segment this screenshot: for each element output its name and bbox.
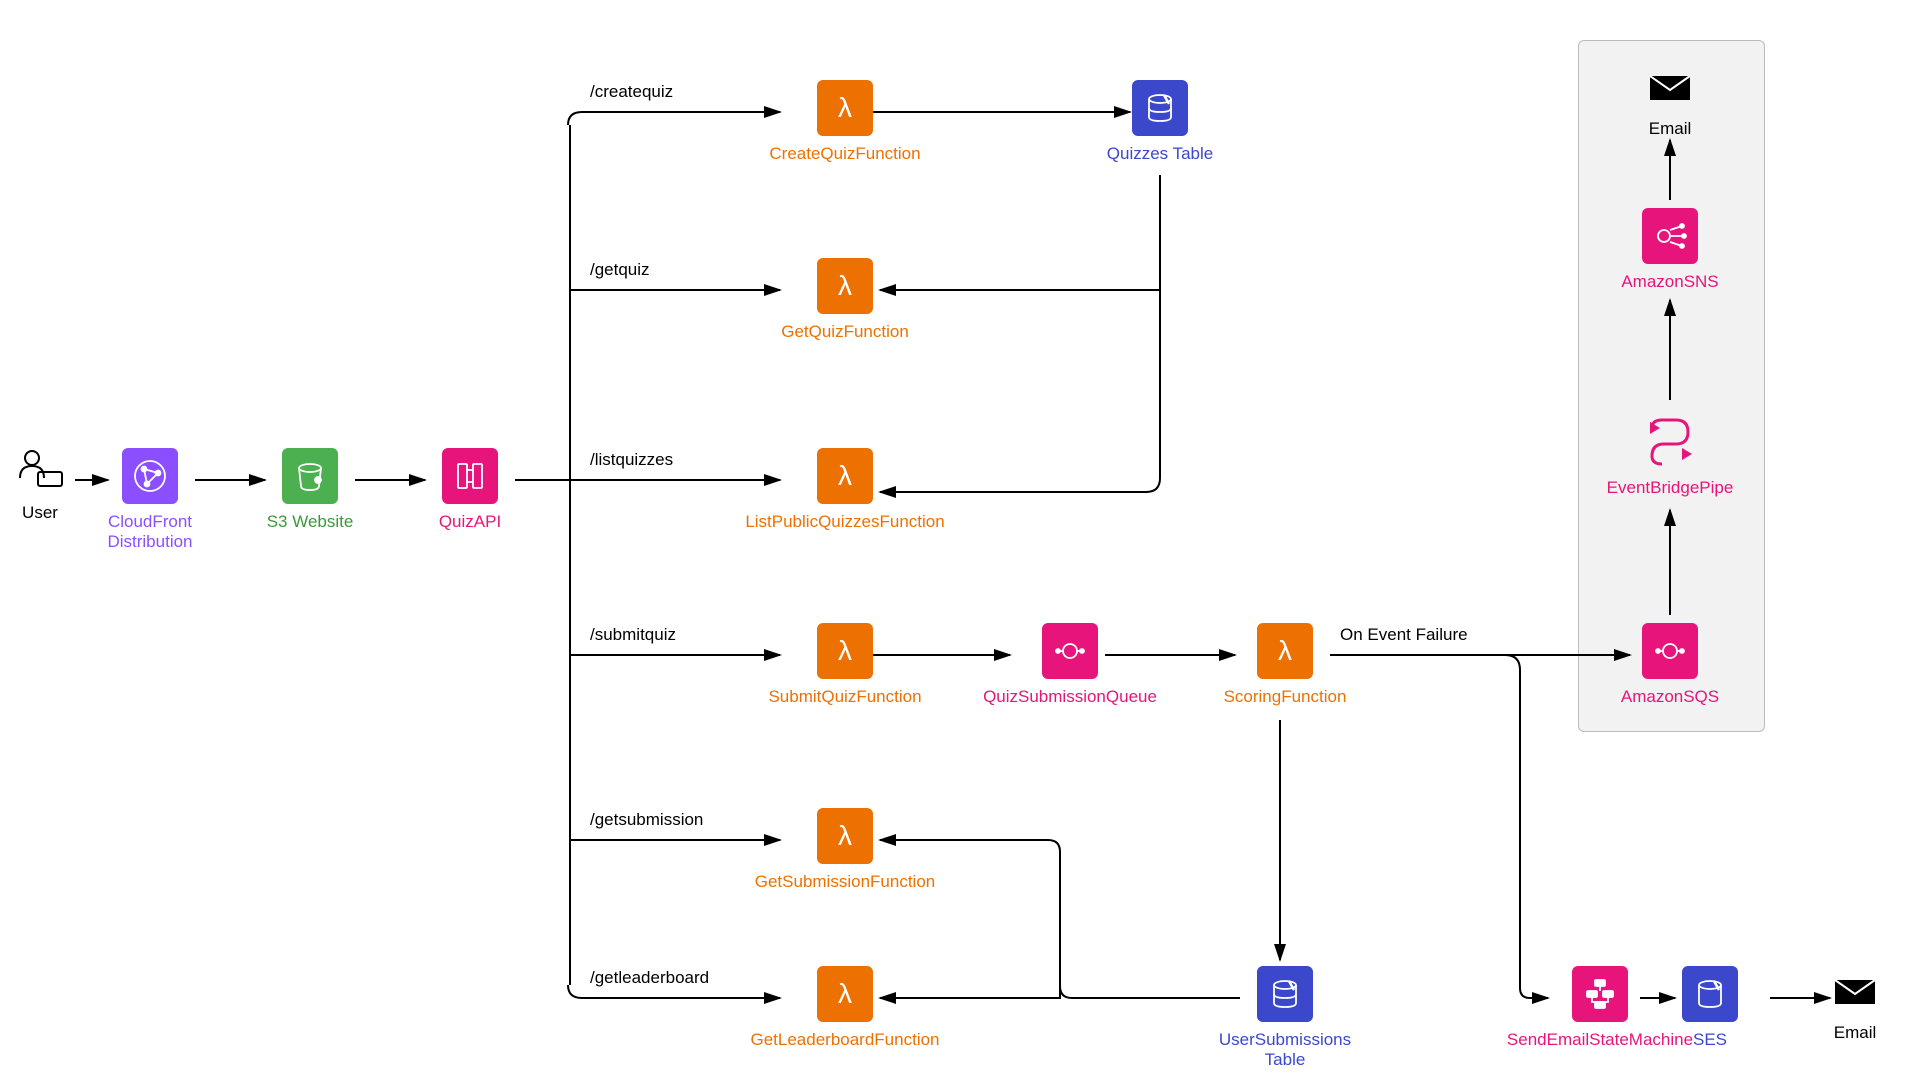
cloudfront-icon: [122, 448, 178, 504]
edge-getleaderboard: /getleaderboard: [590, 968, 709, 988]
node-user: User: [0, 448, 100, 523]
lambda-icon: λ: [1257, 623, 1313, 679]
submitquiz-label: SubmitQuizFunction: [755, 687, 935, 707]
user-label: User: [0, 503, 100, 523]
dynamodb-icon: [1257, 966, 1313, 1022]
lambda-icon: λ: [817, 448, 873, 504]
lambda-icon: λ: [817, 808, 873, 864]
node-s3: S3 Website: [250, 448, 370, 532]
node-quizzes-table: Quizzes Table: [1100, 80, 1220, 164]
api-icon: [442, 448, 498, 504]
email-icon: [1831, 974, 1879, 1010]
edge-submitquiz: /submitquiz: [590, 625, 676, 645]
email-bottom-label: Email: [1810, 1023, 1900, 1043]
createquiz-label: CreateQuizFunction: [765, 144, 925, 164]
lambda-icon: λ: [817, 623, 873, 679]
dynamodb-icon: [1132, 80, 1188, 136]
node-pipe: EventBridgePipe: [1600, 410, 1740, 498]
getsubmission-label: GetSubmissionFunction: [740, 872, 950, 892]
node-submitquiz: λ SubmitQuizFunction: [755, 623, 935, 707]
edge-createquiz: /createquiz: [590, 82, 673, 102]
node-api: QuizAPI: [410, 448, 530, 532]
edge-onfailure: On Event Failure: [1340, 625, 1468, 645]
node-ses: SES: [1660, 966, 1760, 1050]
cloudfront-label: CloudFront Distribution: [90, 512, 210, 553]
edge-getquiz: /getquiz: [590, 260, 650, 280]
node-getsubmission: λ GetSubmissionFunction: [740, 808, 950, 892]
sqs-icon: [1042, 623, 1098, 679]
lambda-icon: λ: [817, 80, 873, 136]
quizzes-table-label: Quizzes Table: [1100, 144, 1220, 164]
submission-queue-label: QuizSubmissionQueue: [970, 687, 1170, 707]
node-createquiz: λ CreateQuizFunction: [765, 80, 925, 164]
node-cloudfront: CloudFront Distribution: [90, 448, 210, 553]
user-icon: [12, 448, 68, 490]
pipe-label: EventBridgePipe: [1600, 478, 1740, 498]
node-listquizzes: λ ListPublicQuizzesFunction: [730, 448, 960, 532]
scoring-label: ScoringFunction: [1210, 687, 1360, 707]
lambda-icon: λ: [817, 966, 873, 1022]
lambda-icon: λ: [817, 258, 873, 314]
sqs-icon: [1642, 623, 1698, 679]
getleaderboard-label: GetLeaderboardFunction: [730, 1030, 960, 1050]
usersub-table-label: UserSubmissions Table: [1210, 1030, 1360, 1071]
node-sns: AmazonSNS: [1610, 208, 1730, 292]
api-label: QuizAPI: [410, 512, 530, 532]
ses-icon: [1682, 966, 1738, 1022]
ses-label: SES: [1660, 1030, 1760, 1050]
node-sqs: AmazonSQS: [1610, 623, 1730, 707]
listquizzes-label: ListPublicQuizzesFunction: [730, 512, 960, 532]
node-email-top: Email: [1625, 70, 1715, 139]
node-scoring: λ ScoringFunction: [1210, 623, 1360, 707]
edge-getsubmission: /getsubmission: [590, 810, 703, 830]
sqs-label: AmazonSQS: [1610, 687, 1730, 707]
sns-label: AmazonSNS: [1610, 272, 1730, 292]
stepfunctions-icon: [1572, 966, 1628, 1022]
pipe-icon: [1640, 410, 1700, 470]
s3-icon: [282, 448, 338, 504]
node-usersub-table: UserSubmissions Table: [1210, 966, 1360, 1071]
sns-icon: [1642, 208, 1698, 264]
s3-label: S3 Website: [250, 512, 370, 532]
node-submission-queue: QuizSubmissionQueue: [970, 623, 1170, 707]
node-getleaderboard: λ GetLeaderboardFunction: [730, 966, 960, 1050]
node-getquiz: λ GetQuizFunction: [765, 258, 925, 342]
getquiz-label: GetQuizFunction: [765, 322, 925, 342]
email-icon: [1646, 70, 1694, 106]
node-email-bottom: Email: [1810, 974, 1900, 1043]
edge-listquizzes: /listquizzes: [590, 450, 673, 470]
email-top-label: Email: [1625, 119, 1715, 139]
